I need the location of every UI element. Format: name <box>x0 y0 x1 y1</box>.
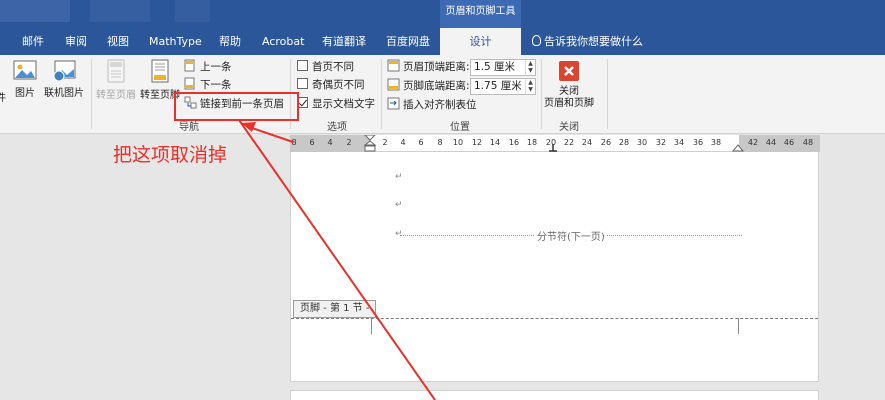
annotation-arrow-shaft <box>251 127 294 143</box>
annotation-arrows <box>238 119 436 400</box>
annotation-pointer-line <box>238 119 436 400</box>
